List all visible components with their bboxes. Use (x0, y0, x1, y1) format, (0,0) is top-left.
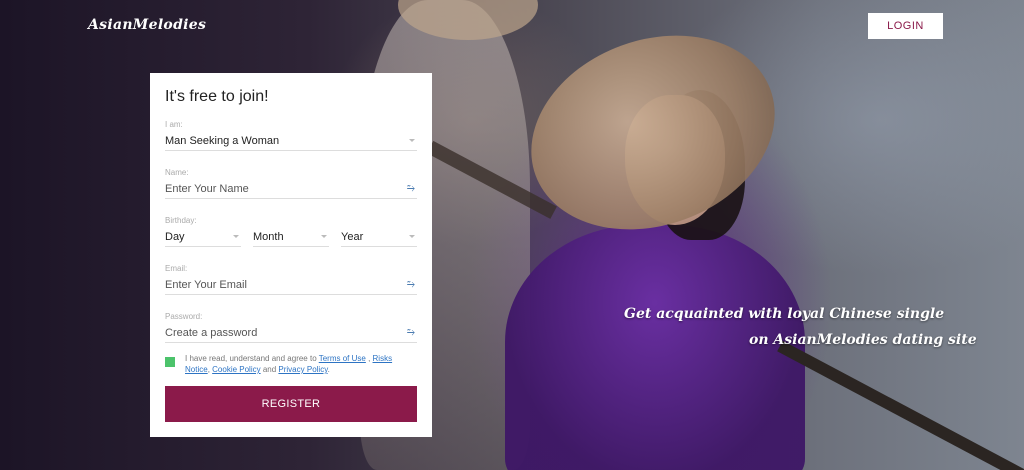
oar (777, 340, 1024, 470)
birthday-year-value: Year (341, 230, 364, 243)
terms-link[interactable]: Terms of Use (319, 354, 366, 363)
password-label: Password: (165, 312, 203, 321)
agree-and: and (260, 365, 279, 374)
autofill-key-icon[interactable]: ⥲ (407, 279, 415, 290)
agree-suffix: . (327, 365, 330, 374)
birthday-year-select[interactable]: Year (341, 227, 417, 247)
terms-agreement: I have read, understand and agree to Ter… (165, 353, 417, 375)
email-label: Email: (165, 264, 188, 273)
site-logo[interactable]: AsianMelodies (88, 17, 206, 33)
birthday-day-select[interactable]: Day (165, 227, 241, 247)
email-field: Email: Enter Your Email ⥲ (165, 263, 417, 295)
i-am-label: I am: (165, 120, 183, 129)
email-input[interactable]: Enter Your Email ⥲ (165, 275, 417, 295)
email-placeholder: Enter Your Email (165, 278, 247, 291)
birthday-selects: Day Month Year (165, 227, 417, 247)
signup-form: It's free to join! I am: Man Seeking a W… (150, 73, 432, 437)
birthday-label: Birthday: (165, 216, 197, 225)
birthday-month-value: Month (253, 230, 284, 243)
password-placeholder: Create a password (165, 326, 258, 339)
cookie-policy-link[interactable]: Cookie Policy (212, 365, 260, 374)
form-title: It's free to join! (165, 88, 269, 105)
autofill-key-icon[interactable]: ⥲ (407, 327, 415, 338)
name-field: Name: Enter Your Name ⥲ (165, 167, 417, 199)
name-placeholder: Enter Your Name (165, 182, 249, 195)
chevron-down-icon (321, 235, 327, 238)
birthday-month-select[interactable]: Month (253, 227, 329, 247)
chevron-down-icon (409, 235, 415, 238)
agree-prefix: I have read, understand and agree to (185, 354, 317, 363)
name-label: Name: (165, 168, 189, 177)
birthday-field: Birthday: Day Month Year (165, 215, 417, 247)
birthday-day-value: Day (165, 230, 185, 243)
conical-hat (503, 2, 803, 263)
i-am-value: Man Seeking a Woman (165, 134, 280, 147)
i-am-field: I am: Man Seeking a Woman (165, 119, 417, 151)
autofill-key-icon[interactable]: ⥲ (407, 183, 415, 194)
chevron-down-icon (233, 235, 239, 238)
register-button[interactable]: REGISTER (165, 386, 417, 422)
i-am-select[interactable]: Man Seeking a Woman (165, 131, 417, 151)
agree-text: I have read, understand and agree to Ter… (185, 353, 417, 375)
hero-tagline-line1: Get acquainted with loyal Chinese single (624, 306, 945, 322)
agree-checkbox[interactable] (165, 357, 175, 367)
password-input[interactable]: Create a password ⥲ (165, 323, 417, 343)
agree-separator: , (365, 354, 373, 363)
name-input[interactable]: Enter Your Name ⥲ (165, 179, 417, 199)
password-field: Password: Create a password ⥲ (165, 311, 417, 343)
login-button[interactable]: LOGIN (868, 13, 943, 39)
hero-tagline-line2: on AsianMelodies dating site (749, 332, 977, 348)
chevron-down-icon (409, 139, 415, 142)
privacy-policy-link[interactable]: Privacy Policy (278, 365, 327, 374)
